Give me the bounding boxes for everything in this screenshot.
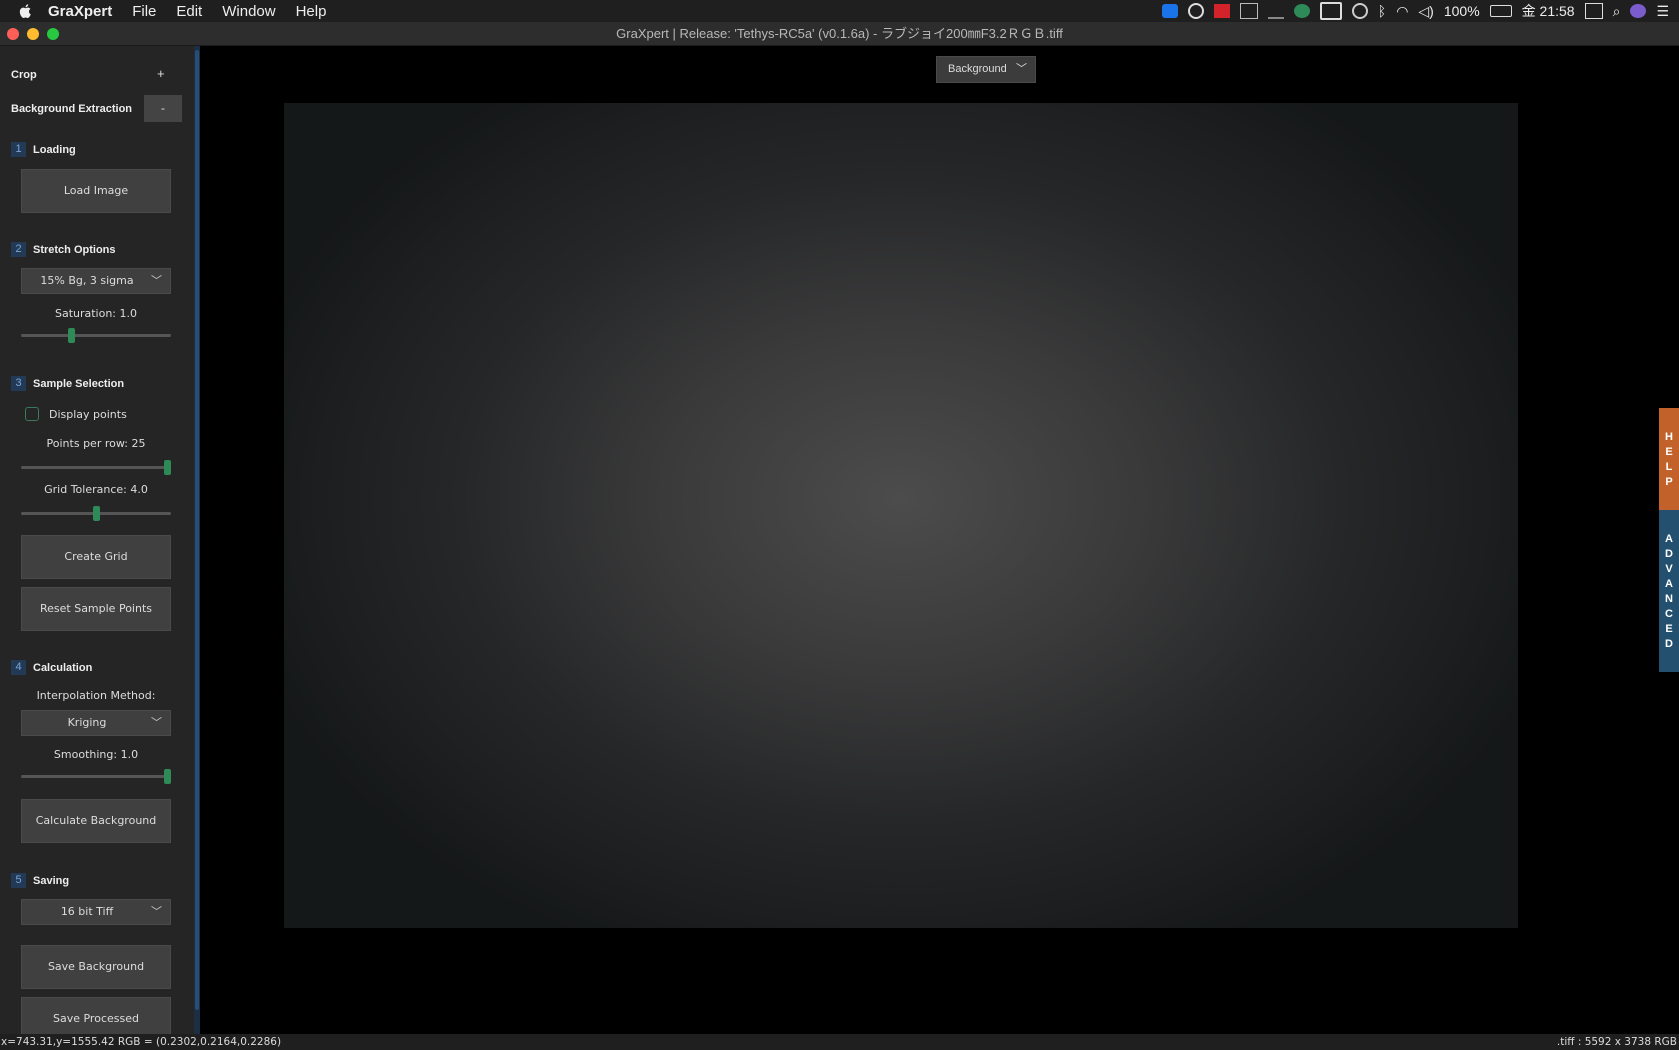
display-points-label[interactable]: Display points xyxy=(49,408,127,421)
step-number-4: 4 xyxy=(11,660,26,675)
clock[interactable]: 金 21:58 xyxy=(1522,1,1575,21)
crop-expand-button[interactable]: + xyxy=(157,66,165,81)
status-bar: x=743.31,y=1555.42 RGB = (0.2302,0.2164,… xyxy=(0,1034,1679,1050)
saturation-label: Saturation: 1.0 xyxy=(54,307,138,320)
bluetooth-icon[interactable]: ᛒ xyxy=(1378,3,1386,19)
calculation-title: Calculation xyxy=(33,661,93,674)
minimize-window-button[interactable] xyxy=(27,28,39,40)
stretch-step-header: 2 Stretch Options xyxy=(11,242,116,257)
siri-icon[interactable] xyxy=(1630,4,1647,18)
window-titlebar: GraXpert | Release: 'Tethys-RC5a' (v0.1.… xyxy=(0,22,1679,46)
save-format-selected-value: 16 bit Tiff xyxy=(60,905,114,918)
loading-title: Loading xyxy=(33,143,76,156)
bg-extraction-section-label[interactable]: Background Extraction xyxy=(11,103,132,115)
load-image-button[interactable]: Load Image xyxy=(21,169,171,213)
file-info: .tiff : 5592 x 3738 RGB xyxy=(1556,1036,1677,1048)
app-red-icon[interactable] xyxy=(1213,4,1230,18)
points-per-row-track xyxy=(21,466,171,469)
saturation-slider-handle[interactable] xyxy=(68,328,75,343)
printer-icon[interactable] xyxy=(1239,3,1258,19)
calculation-step-header: 4 Calculation xyxy=(11,660,92,675)
menu-edit[interactable]: Edit xyxy=(176,3,202,20)
grid-tolerance-label: Grid Tolerance: 4.0 xyxy=(44,483,148,496)
background-preview-image[interactable] xyxy=(284,103,1518,928)
input-method-icon[interactable] xyxy=(1584,3,1603,19)
stretch-title: Stretch Options xyxy=(33,243,116,256)
sidebar-scrollbar-thumb[interactable] xyxy=(195,50,199,1010)
macos-menubar: GraXpert File Edit Window Help ᛒ ◠ ◁) 10… xyxy=(0,0,1679,22)
step-number-2: 2 xyxy=(11,242,26,257)
chevron-down-icon: ﹀ xyxy=(1016,63,1027,75)
reset-sample-points-button[interactable]: Reset Sample Points xyxy=(21,587,171,631)
chevron-down-icon: ﹀ xyxy=(151,905,162,918)
volume-icon[interactable]: ◁) xyxy=(1418,3,1433,20)
sample-title: Sample Selection xyxy=(33,377,125,390)
advanced-side-tab[interactable]: ADVANCED xyxy=(1659,510,1679,672)
stretch-selected-value: 15% Bg, 3 sigma xyxy=(40,274,134,287)
sync-icon[interactable] xyxy=(1267,3,1284,19)
step-number-5: 5 xyxy=(11,873,26,888)
points-per-row-label: Points per row: 25 xyxy=(46,437,146,450)
interpolation-selected-value: Kriging xyxy=(67,716,107,729)
app-menu[interactable]: GraXpert xyxy=(48,3,112,20)
create-grid-button[interactable]: Create Grid xyxy=(21,535,171,579)
smoothing-slider-handle[interactable] xyxy=(163,769,171,784)
view-mode-dropdown[interactable]: Background ﹀ xyxy=(936,56,1036,83)
points-per-row-slider[interactable] xyxy=(21,460,171,475)
step-number-3: 3 xyxy=(11,376,26,391)
crop-section-label[interactable]: Crop xyxy=(11,69,37,81)
interpolation-method-label: Interpolation Method: xyxy=(36,689,156,702)
sample-step-header: 3 Sample Selection xyxy=(11,376,124,391)
help-side-tab[interactable]: HELP xyxy=(1659,408,1679,510)
menu-window[interactable]: Window xyxy=(222,3,275,20)
apple-menu-icon[interactable] xyxy=(18,3,34,19)
window-title: GraXpert | Release: 'Tethys-RC5a' (v0.1.… xyxy=(616,26,1063,41)
save-format-dropdown[interactable]: 16 bit Tiff ﹀ xyxy=(21,899,171,925)
points-per-row-slider-handle[interactable] xyxy=(163,460,171,475)
loading-step-header: 1 Loading xyxy=(11,142,76,157)
saturation-slider[interactable] xyxy=(21,328,171,343)
saving-step-header: 5 Saving xyxy=(11,873,69,888)
cloud-drive-icon[interactable] xyxy=(1319,2,1342,20)
save-background-button[interactable]: Save Background xyxy=(21,945,171,989)
menu-file[interactable]: File xyxy=(132,3,156,20)
notification-center-icon[interactable]: ☰ xyxy=(1656,3,1669,20)
cursor-info: x=743.31,y=1555.42 RGB = (0.2302,0.2164,… xyxy=(1,1036,282,1048)
chevron-down-icon: ﹀ xyxy=(151,274,162,287)
creative-cloud-icon[interactable] xyxy=(1187,3,1204,19)
view-mode-selected: Background xyxy=(948,63,1007,75)
battery-icon[interactable] xyxy=(1489,5,1512,17)
sidebar: Crop + Background Extraction - 1 Loading… xyxy=(0,46,194,1034)
chevron-down-icon: ﹀ xyxy=(151,716,162,729)
menu-help[interactable]: Help xyxy=(296,3,327,20)
wifi-icon[interactable]: ◠ xyxy=(1396,3,1408,20)
grid-tolerance-slider-handle[interactable] xyxy=(93,506,100,521)
close-window-button[interactable] xyxy=(7,28,19,40)
bug-icon[interactable] xyxy=(1293,4,1310,18)
teamviewer-icon[interactable] xyxy=(1161,4,1178,18)
stretch-options-dropdown[interactable]: 15% Bg, 3 sigma ﹀ xyxy=(21,268,171,294)
spotlight-icon[interactable]: ⌕ xyxy=(1613,3,1621,20)
calculate-background-button[interactable]: Calculate Background xyxy=(21,799,171,843)
saturation-track xyxy=(21,334,171,337)
display-points-checkbox[interactable] xyxy=(25,407,39,421)
bg-extraction-collapse-button[interactable]: - xyxy=(144,95,182,122)
save-processed-button[interactable]: Save Processed xyxy=(21,997,171,1034)
zoom-window-button[interactable] xyxy=(47,28,59,40)
interpolation-method-dropdown[interactable]: Kriging ﹀ xyxy=(21,710,171,736)
advanced-tab-label: ADVANCED xyxy=(1665,533,1673,650)
saving-title: Saving xyxy=(33,874,70,887)
smoothing-slider[interactable] xyxy=(21,769,171,784)
battery-percent: 100% xyxy=(1443,3,1480,19)
smoothing-label: Smoothing: 1.0 xyxy=(53,748,139,761)
help-tab-label: HELP xyxy=(1665,431,1673,488)
smoothing-track xyxy=(21,775,171,778)
step-number-1: 1 xyxy=(11,142,26,157)
grid-tolerance-slider[interactable] xyxy=(21,506,171,521)
time-machine-icon[interactable] xyxy=(1351,3,1368,19)
